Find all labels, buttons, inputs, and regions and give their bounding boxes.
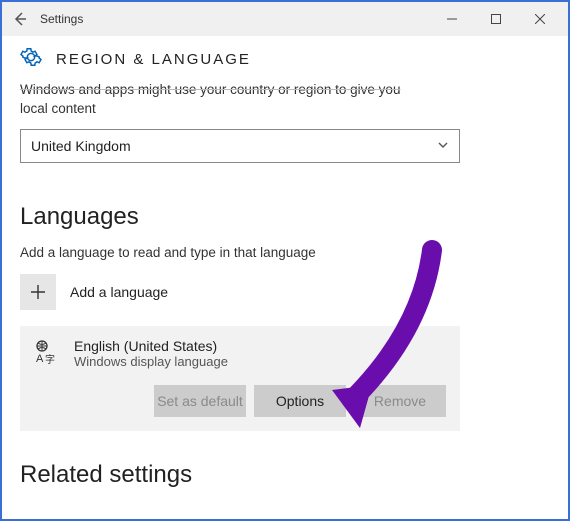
region-description-line2: local content	[20, 101, 96, 116]
language-sub: Windows display language	[74, 354, 228, 369]
language-item[interactable]: A 字 English (United States) Windows disp…	[20, 326, 460, 431]
arrow-left-icon	[12, 11, 28, 27]
page-header: REGION & LANGUAGE	[2, 36, 568, 79]
options-button[interactable]: Options	[254, 385, 346, 417]
back-button[interactable]	[8, 7, 32, 31]
language-icon: A 字	[34, 340, 64, 371]
gear-icon	[20, 46, 42, 73]
region-description: Windows and apps might use your country …	[20, 81, 550, 119]
language-name: English (United States)	[74, 338, 228, 354]
window-title: Settings	[40, 12, 430, 26]
region-dropdown[interactable]: United Kingdom	[20, 129, 460, 163]
minimize-icon	[447, 14, 457, 24]
related-settings-heading: Related settings	[20, 461, 550, 489]
languages-heading: Languages	[20, 203, 550, 231]
page-title: REGION & LANGUAGE	[56, 51, 251, 68]
region-selected: United Kingdom	[31, 138, 131, 154]
maximize-icon	[491, 14, 501, 24]
svg-text:A: A	[36, 353, 44, 365]
close-button[interactable]	[518, 4, 562, 34]
add-language-button[interactable]: Add a language	[20, 274, 550, 310]
region-description-line1: Windows and apps might use your country …	[20, 82, 400, 97]
chevron-down-icon	[437, 138, 449, 154]
languages-subtext: Add a language to read and type in that …	[20, 245, 550, 260]
svg-text:字: 字	[45, 353, 55, 366]
plus-icon	[20, 274, 56, 310]
add-language-label: Add a language	[70, 284, 168, 300]
close-icon	[535, 14, 545, 24]
titlebar: Settings	[2, 2, 568, 36]
remove-button: Remove	[354, 385, 446, 417]
minimize-button[interactable]	[430, 4, 474, 34]
set-default-button: Set as default	[154, 385, 246, 417]
maximize-button[interactable]	[474, 4, 518, 34]
